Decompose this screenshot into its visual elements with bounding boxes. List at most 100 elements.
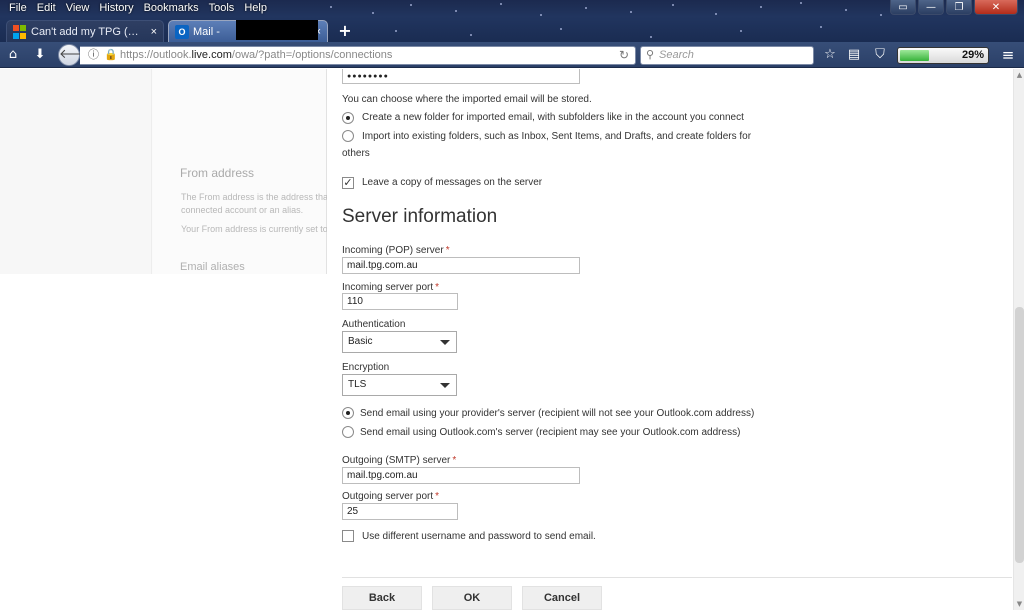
radio-existing-folders-label: Import into existing folders, such as In…	[362, 131, 752, 142]
outlook-icon: O	[175, 25, 189, 39]
required-mark: *	[435, 491, 440, 502]
outgoing-port-label: Outgoing server port *	[342, 491, 440, 502]
menu-file[interactable]: File	[4, 0, 32, 16]
star-decoration	[330, 6, 332, 8]
home-icon[interactable]: ⌂	[4, 46, 22, 64]
chevron-down-icon	[440, 383, 450, 388]
star-decoration	[500, 3, 502, 5]
radio-existing-folders[interactable]	[342, 130, 354, 142]
star-decoration	[820, 26, 822, 28]
server-info-heading: Server information	[342, 206, 498, 227]
bookmark-star-icon[interactable]: ☆	[821, 46, 839, 64]
redacted-area	[236, 20, 318, 40]
required-mark: *	[435, 282, 440, 293]
authentication-select[interactable]: Basic	[342, 331, 457, 353]
scroll-up-icon[interactable]: ▲	[1014, 71, 1024, 79]
menu-view[interactable]: View	[61, 0, 95, 16]
scroll-down-icon[interactable]: ▼	[1014, 600, 1024, 608]
star-decoration	[395, 30, 397, 32]
url-text: https://outlook.live.com/owa/?path=/opti…	[120, 49, 393, 61]
star-decoration	[585, 7, 587, 9]
email-aliases-title: Email aliases	[180, 261, 245, 271]
star-decoration	[372, 12, 374, 14]
radio-existing-folders-label-cont: others	[342, 148, 370, 159]
incoming-port-input[interactable]: 110	[342, 293, 458, 310]
different-credentials-checkbox[interactable]	[342, 530, 354, 542]
download-icon[interactable]: ⬇	[31, 46, 49, 64]
new-tab-button[interactable]: +	[336, 20, 354, 42]
window-restore-app-icon[interactable]: ▭	[890, 0, 916, 15]
radio-provider-server[interactable]	[342, 407, 354, 419]
radio-outlook-server-label: Send email using Outlook.com's server (r…	[360, 427, 741, 438]
minimize-button[interactable]: —	[918, 0, 944, 15]
radio-new-folder-label: Create a new folder for imported email, …	[362, 112, 744, 123]
window-controls: ▭ — ❐ ✕	[890, 0, 1018, 15]
ok-button[interactable]: OK	[432, 586, 512, 610]
star-decoration	[410, 4, 412, 6]
pocket-icon[interactable]: ⛉	[871, 46, 889, 64]
lock-icon: 🔒	[104, 49, 118, 61]
search-icon: ⚲	[646, 49, 655, 61]
star-decoration	[800, 2, 802, 4]
star-decoration	[455, 10, 457, 12]
leave-copy-checkbox[interactable]: ✓	[342, 177, 354, 189]
star-decoration	[845, 9, 847, 11]
close-window-button[interactable]: ✕	[974, 0, 1018, 15]
outgoing-port-input[interactable]: 25	[342, 503, 458, 520]
browser-titlebar: File Edit View History Bookmarks Tools H…	[0, 0, 1024, 42]
menu-tools[interactable]: Tools	[204, 0, 240, 16]
page-scrollbar[interactable]: ▲ ▼	[1013, 69, 1024, 610]
star-decoration	[470, 34, 472, 36]
radio-outlook-server[interactable]	[342, 426, 354, 438]
back-button[interactable]: 🡐	[58, 44, 94, 66]
radio-provider-server-label: Send email using your provider's server …	[360, 408, 755, 419]
star-decoration	[715, 13, 717, 15]
star-decoration	[630, 11, 632, 13]
required-mark: *	[445, 245, 450, 256]
star-decoration	[560, 28, 562, 30]
radio-new-folder[interactable]	[342, 112, 354, 124]
from-address-desc: connected account or an alias.	[181, 205, 304, 215]
password-field[interactable]: ●●●●●●●●	[342, 69, 580, 84]
hamburger-menu-icon[interactable]: ≡	[999, 46, 1017, 64]
star-decoration	[650, 36, 652, 38]
star-decoration	[740, 30, 742, 32]
menu-help[interactable]: Help	[239, 0, 272, 16]
menu-edit[interactable]: Edit	[32, 0, 61, 16]
reading-list-icon[interactable]: ▤	[845, 46, 863, 64]
tab-close-icon[interactable]: ×	[151, 21, 157, 42]
menu-bar: File Edit View History Bookmarks Tools H…	[0, 0, 272, 16]
battery-percent: 29%	[961, 49, 984, 61]
star-decoration	[880, 14, 882, 16]
scrollbar-thumb[interactable]	[1015, 307, 1024, 563]
address-bar[interactable]: ⓘ 🔒 https://outlook.live.com/owa/?path=/…	[80, 46, 636, 65]
required-mark: *	[452, 455, 457, 466]
incoming-server-input[interactable]: mail.tpg.com.au	[342, 257, 580, 274]
different-credentials-label: Use different username and password to s…	[362, 531, 596, 542]
menu-bookmarks[interactable]: Bookmarks	[139, 0, 204, 16]
back-form-button[interactable]: Back	[342, 586, 422, 610]
from-address-desc: The From address is the address that	[181, 192, 327, 202]
from-address-title: From address	[180, 166, 255, 180]
menu-history[interactable]: History	[94, 0, 138, 16]
chevron-down-icon	[440, 340, 450, 345]
search-box[interactable]: ⚲ Search	[640, 46, 814, 65]
encryption-select[interactable]: TLS	[342, 374, 457, 396]
incoming-port-label: Incoming server port *	[342, 282, 440, 293]
outlook-options-page: From address The From address is the add…	[0, 69, 1024, 610]
microsoft-logo-icon	[13, 25, 27, 39]
encryption-label: Encryption	[342, 362, 390, 373]
form-divider	[342, 577, 1012, 578]
encryption-value: TLS	[348, 379, 367, 390]
star-decoration	[672, 4, 674, 6]
outgoing-server-input[interactable]: mail.tpg.com.au	[342, 467, 580, 484]
maximize-button[interactable]: ❐	[946, 0, 972, 15]
tab-label: Can't add my TPG (ISP) ema	[31, 26, 141, 38]
cancel-button[interactable]: Cancel	[522, 586, 602, 610]
tab-tpg-question[interactable]: Can't add my TPG (ISP) ema ×	[6, 20, 164, 42]
storage-prompt: You can choose where the imported email …	[342, 94, 592, 105]
star-decoration	[540, 14, 542, 16]
battery-indicator: 29%	[897, 47, 989, 64]
reload-icon[interactable]: ↻	[619, 47, 629, 64]
info-icon[interactable]: ⓘ	[88, 47, 99, 64]
